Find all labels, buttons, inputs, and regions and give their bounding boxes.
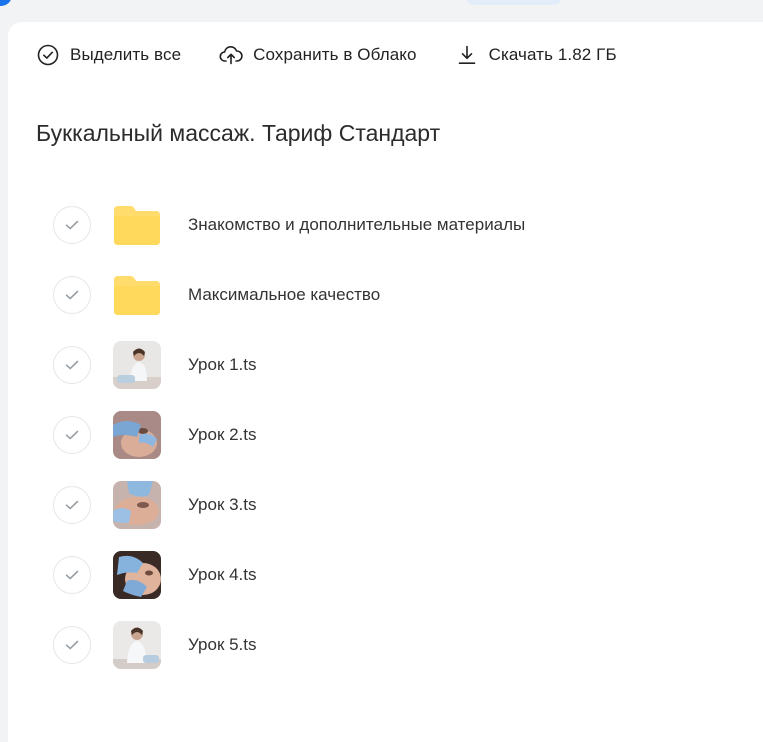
check-circle-icon [36,43,60,67]
app-logo[interactable] [0,0,12,6]
select-all-button[interactable]: Выделить все [36,43,181,67]
toolbar: Выделить все Сохранить в Облако Скачать … [36,42,617,68]
select-checkbox[interactable] [53,556,91,594]
item-name: Максимальное качество [188,285,381,304]
download-label: Скачать 1.82 ГБ [488,45,617,64]
file-list: Знакомство и дополнительные материалы Ма… [53,190,753,680]
download-icon [455,43,479,67]
check-icon [65,290,79,300]
list-item[interactable]: Урок 3.ts [53,470,753,540]
check-icon [65,360,79,370]
item-name: Урок 2.ts [188,425,257,444]
list-item[interactable]: Урок 5.ts [53,610,753,680]
check-icon [65,500,79,510]
list-item[interactable]: Урок 1.ts [53,330,753,400]
save-to-cloud-button[interactable]: Сохранить в Облако [219,43,416,67]
folder-icon [112,270,162,320]
item-name: Знакомство и дополнительные материалы [188,215,526,234]
item-name: Урок 5.ts [188,635,257,654]
select-all-label: Выделить все [70,45,182,64]
check-icon [65,640,79,650]
check-icon [65,220,79,230]
list-item[interactable]: Урок 4.ts [53,540,753,610]
item-name: Урок 4.ts [188,565,257,584]
select-checkbox[interactable] [53,276,91,314]
list-item[interactable]: Знакомство и дополнительные материалы [53,190,753,260]
list-item[interactable]: Максимальное качество [53,260,753,330]
top-bar [0,0,763,22]
save-to-cloud-label: Сохранить в Облако [253,45,417,64]
video-thumbnail [112,550,162,600]
select-checkbox[interactable] [53,416,91,454]
video-thumbnail [112,340,162,390]
select-checkbox[interactable] [53,486,91,524]
select-checkbox[interactable] [53,346,91,384]
select-checkbox[interactable] [53,206,91,244]
folder-title: Буккальный массаж. Тариф Стандарт [36,120,441,146]
item-name: Урок 1.ts [188,355,257,374]
select-checkbox[interactable] [53,626,91,664]
download-button[interactable]: Скачать 1.82 ГБ [455,43,617,67]
file-panel: Выделить все Сохранить в Облако Скачать … [8,22,763,742]
video-thumbnail [112,620,162,670]
list-item[interactable]: Урок 2.ts [53,400,753,470]
folder-icon [112,200,162,250]
check-icon [65,430,79,440]
check-icon [65,570,79,580]
cloud-upload-icon [219,43,243,67]
video-thumbnail [112,480,162,530]
video-thumbnail [112,410,162,460]
top-tab[interactable] [466,0,562,5]
item-name: Урок 3.ts [188,495,257,514]
